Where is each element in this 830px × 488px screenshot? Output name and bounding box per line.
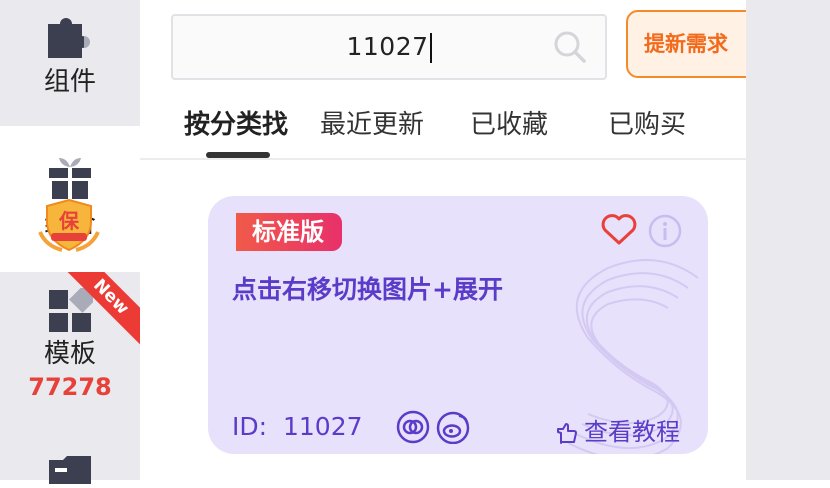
right-gutter: [746, 0, 830, 480]
text-caret: [429, 33, 432, 63]
shield-badge-icon: 保: [38, 198, 100, 252]
view-tutorial-link[interactable]: 查看教程: [554, 412, 680, 447]
edition-tag: 标准版: [236, 213, 342, 251]
puzzle-icon: [48, 18, 90, 58]
sidebar-item-label: 模板: [43, 339, 96, 369]
search-field-value[interactable]: 11027: [173, 16, 605, 78]
card-title[interactable]: 点击右移切换图片+展开: [232, 270, 503, 306]
svg-text:保: 保: [58, 209, 80, 233]
favorite-heart-icon[interactable]: [600, 212, 638, 246]
template-count: 77278: [28, 373, 112, 401]
info-icon[interactable]: [648, 214, 682, 248]
weibo-share-icon[interactable]: [436, 410, 472, 444]
tab-purchased[interactable]: 已购买: [608, 104, 686, 146]
sidebar-item-components[interactable]: 组件: [0, 0, 140, 126]
active-tab-indicator: [206, 152, 270, 158]
submit-request-button[interactable]: 提新需求: [626, 10, 766, 78]
sidebar-item-label: 组件: [43, 67, 96, 97]
wechat-share-icon[interactable]: [396, 410, 430, 444]
tutorial-label: 查看教程: [584, 418, 680, 446]
card-id: ID: 11027: [232, 412, 363, 441]
gift-icon: [49, 158, 91, 199]
tab-browse-by-category[interactable]: 按分类找: [184, 104, 288, 146]
search-input[interactable]: 11027: [171, 14, 607, 80]
grid-blocks-icon: [49, 288, 93, 332]
sidebar-item-folder[interactable]: [0, 448, 140, 488]
tab-favorites[interactable]: 已收藏: [470, 104, 548, 146]
category-tabs: 按分类找 最近更新 已收藏 已购买: [140, 104, 746, 160]
pointing-hand-icon: [557, 423, 577, 444]
card-id-value: 11027: [283, 412, 363, 441]
search-icon[interactable]: [553, 30, 587, 64]
tab-recently-updated[interactable]: 最近更新: [320, 104, 424, 146]
card-id-label: ID:: [232, 412, 268, 441]
sidebar-item-templates[interactable]: New 模板 77278: [0, 272, 140, 422]
